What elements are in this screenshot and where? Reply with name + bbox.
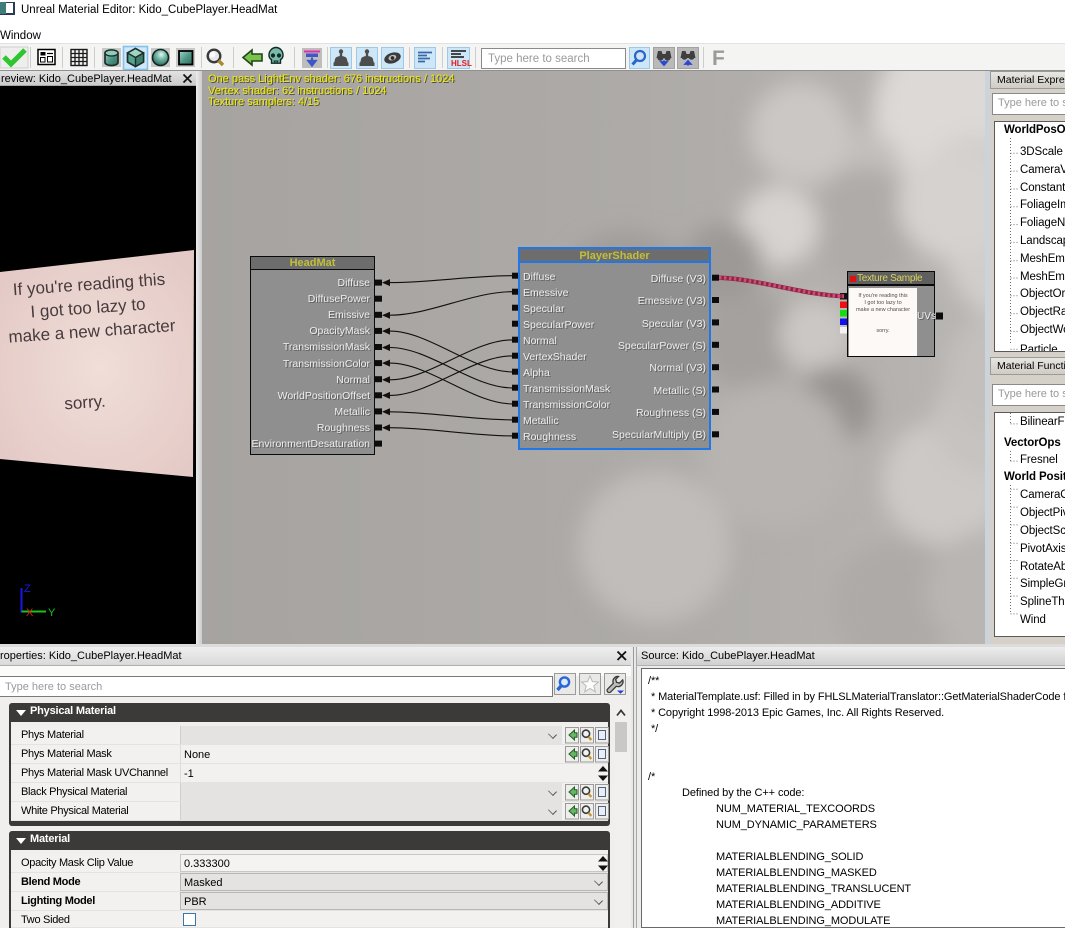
svg-text:F: F [712,47,725,70]
svg-text:HLSL: HLSL [451,59,472,68]
svg-text:Z: Z [24,583,31,595]
svg-text:Y: Y [48,607,56,619]
svg-text:sorry.: sorry. [64,392,106,414]
svg-text:X: X [26,607,34,619]
svg-text:Type here to search: Type here to search [488,53,590,65]
